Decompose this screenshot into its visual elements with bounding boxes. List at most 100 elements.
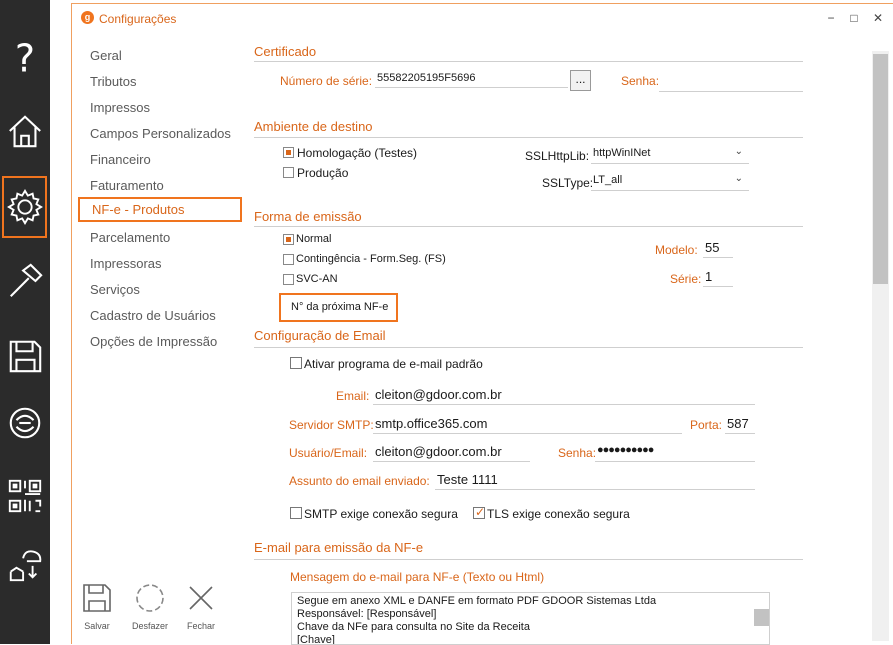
undo-tool-label: Desfazer (131, 621, 168, 631)
nfe-email-title: E-mail para emissão da NF-e (254, 540, 424, 555)
titlebar: g Configurações − □ ✕ (72, 4, 893, 31)
home-icon[interactable] (2, 100, 47, 162)
smtp-field[interactable]: smtp.office365.com (373, 414, 682, 434)
radio-producao[interactable] (283, 167, 294, 178)
serial-label: Número de série: (280, 74, 373, 88)
qrcode-icon[interactable] (2, 465, 47, 527)
message-textarea[interactable]: Segue em anexo XML e DANFE em formato PD… (291, 592, 770, 645)
save-tool-button[interactable]: Salvar (72, 582, 122, 631)
menu-item-parcelamento[interactable]: Parcelamento (90, 230, 170, 245)
email-field[interactable]: cleiton@gdoor.com.br (373, 385, 755, 405)
ssl-type-select[interactable]: LT_all ⌄ (591, 171, 749, 191)
subject-label: Assunto do email enviado: (289, 474, 430, 488)
save-icon[interactable] (2, 325, 47, 387)
next-nfe-button[interactable]: N° da próxima NF-e (279, 293, 398, 322)
hammer-icon[interactable] (2, 250, 47, 312)
cert-password-label: Senha: (621, 74, 660, 88)
save-tool-label: Salvar (84, 621, 110, 631)
default-program-checkbox[interactable] (290, 357, 302, 369)
radio-homologacao[interactable] (283, 147, 294, 158)
divider (254, 61, 803, 62)
serie-field[interactable]: 1 (703, 267, 733, 287)
port-label: Porta: (690, 418, 723, 432)
message-line: Chave da NFe para consulta no Site da Re… (297, 621, 530, 633)
cloud-export-icon[interactable] (2, 533, 47, 595)
ambiente-title: Ambiente de destino (254, 119, 373, 134)
email-config-title: Configuração de Email (254, 328, 386, 343)
minimize-button[interactable]: − (821, 9, 841, 27)
divider (254, 226, 803, 227)
window-title: Configurações (99, 12, 177, 26)
settings-window: g Configurações − □ ✕ Geral Tributos Imp… (71, 3, 893, 645)
smtp-secure-label: SMTP exige conexão segura (304, 507, 458, 521)
normal-label: Normal (296, 233, 332, 245)
next-nfe-label: N° da próxima NF-e (291, 301, 389, 313)
message-line: [Chave] (297, 634, 335, 645)
app-logo-icon: g (81, 11, 94, 24)
menu-item-tributos[interactable]: Tributos (90, 74, 136, 89)
message-line: Responsável: [Responsável] (297, 608, 437, 620)
cert-password-field[interactable] (659, 72, 803, 92)
close-tool-button[interactable]: Fechar (176, 582, 226, 631)
svg-text:?: ? (14, 39, 34, 77)
default-program-label: Ativar programa de e-mail padrão (304, 357, 483, 371)
radio-svc-an[interactable] (283, 274, 294, 285)
help-icon[interactable]: ? (2, 27, 47, 89)
message-line: Segue em anexo XML e DANFE em formato PD… (297, 595, 657, 607)
undo-tool-button[interactable]: Desfazer (125, 582, 175, 631)
app-rail: ? (0, 0, 50, 644)
port-field[interactable]: 587 (725, 414, 755, 434)
email-label: Email: (336, 389, 370, 403)
producao-label: Produção (297, 166, 349, 180)
certificado-title: Certificado (254, 44, 317, 59)
menu-item-geral[interactable]: Geral (90, 48, 122, 63)
serie-label: Série: (670, 272, 702, 286)
scrollbar-thumb[interactable] (873, 54, 888, 284)
menu-item-impressos[interactable]: Impressos (90, 100, 150, 115)
tls-secure-label: TLS exige conexão segura (487, 507, 630, 521)
undo-icon (136, 584, 164, 612)
ssl-lib-value: httpWinINet (593, 147, 651, 159)
textarea-scrollbar[interactable] (754, 609, 769, 626)
save-icon (83, 584, 111, 612)
menu-item-servicos[interactable]: Serviços (90, 282, 140, 297)
ssl-type-value: LT_all (593, 174, 623, 186)
divider (254, 347, 803, 348)
browse-certificate-button[interactable]: ... (570, 70, 591, 91)
radio-contingencia[interactable] (283, 254, 294, 265)
modelo-label: Modelo: (655, 243, 698, 257)
tls-secure-checkbox[interactable] (473, 505, 485, 519)
maximize-button[interactable]: □ (844, 9, 864, 27)
divider (254, 559, 803, 560)
menu-item-cadastro-usuarios[interactable]: Cadastro de Usuários (90, 308, 216, 323)
email-password-label: Senha: (558, 446, 597, 460)
menu-item-impressoras[interactable]: Impressoras (90, 256, 162, 271)
svc-an-label: SVC-AN (296, 273, 338, 285)
sync-icon[interactable] (2, 392, 47, 454)
email-password-field[interactable]: ●●●●●●●●●● (595, 442, 755, 462)
chevron-down-icon: ⌄ (734, 146, 743, 157)
emissao-title: Forma de emissão (254, 209, 362, 224)
message-label: Mensagem do e-mail para NF-e (Texto ou H… (290, 570, 545, 584)
homologacao-label: Homologação (Testes) (297, 146, 418, 160)
ssl-type-label: SSLType: (542, 176, 594, 190)
menu-item-nfe-produtos[interactable]: NF-e - Produtos (78, 197, 242, 222)
smtp-secure-checkbox[interactable] (290, 507, 302, 519)
radio-normal[interactable] (283, 234, 294, 245)
serial-field[interactable]: 55582205195F5696 (375, 68, 568, 88)
close-icon (189, 586, 213, 610)
gear-icon[interactable] (2, 176, 47, 238)
menu-item-campos-personalizados[interactable]: Campos Personalizados (90, 126, 231, 141)
menu-item-opcoes-impressao[interactable]: Opções de Impressão (90, 334, 217, 349)
contingencia-label: Contingência - Form.Seg. (FS) (296, 253, 446, 265)
user-field[interactable]: cleiton@gdoor.com.br (373, 442, 530, 462)
close-window-button[interactable]: ✕ (868, 9, 888, 27)
menu-item-faturamento[interactable]: Faturamento (90, 178, 164, 193)
menu-item-financeiro[interactable]: Financeiro (90, 152, 151, 167)
ssl-lib-label: SSLHttpLib: (525, 149, 590, 163)
chevron-down-icon: ⌄ (734, 173, 743, 184)
modelo-field[interactable]: 55 (703, 238, 733, 258)
ssl-lib-select[interactable]: httpWinINet ⌄ (591, 144, 749, 164)
subject-field[interactable]: Teste 1111 (435, 470, 755, 490)
user-label: Usuário/Email: (289, 446, 368, 460)
